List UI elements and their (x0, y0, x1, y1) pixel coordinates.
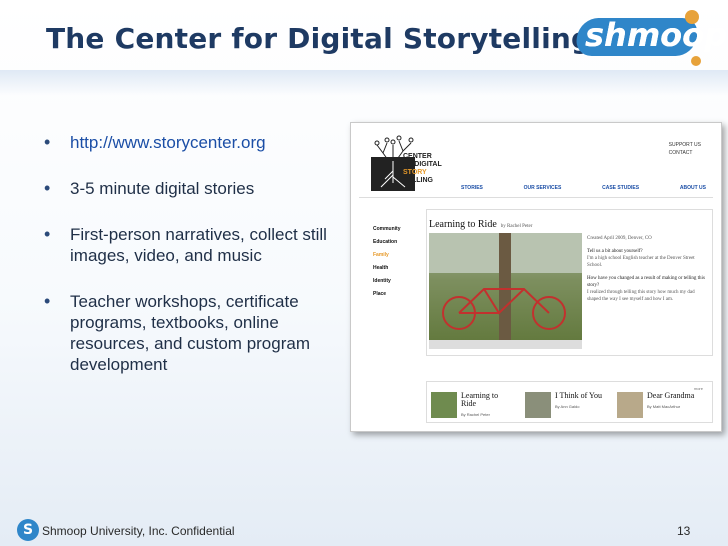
story-meta: Created April 2009, Denver, CO (587, 236, 652, 241)
story-details: Created April 2009, Denver, CO Tell us a… (587, 235, 709, 303)
nav-our-services[interactable]: OUR SERVICES (524, 185, 562, 191)
thumbnail-image[interactable] (617, 392, 643, 418)
nav-about-us[interactable]: ABOUT US (680, 185, 706, 191)
answer: I'm a high school English teacher at the… (587, 256, 695, 268)
logo-text: shmoop (585, 16, 728, 54)
title-band (0, 70, 728, 96)
side-menu: Community Education Family Health Identi… (373, 223, 401, 301)
bicycle-photo (429, 233, 582, 340)
thumbnail-image[interactable] (431, 392, 457, 418)
site-name-line: for DIGITAL (403, 161, 442, 168)
nav-stories[interactable]: STORIES (461, 185, 483, 191)
side-menu-item-active[interactable]: Family (373, 249, 401, 262)
divider (359, 197, 713, 198)
support-link[interactable]: SUPPORT US (669, 141, 701, 149)
bullet-link[interactable]: http://www.storycenter.org (42, 132, 342, 153)
bullet-item: Teacher workshops, certificate programs,… (42, 291, 342, 375)
side-menu-item[interactable]: Education (373, 236, 401, 249)
thumb-byline: By Ann Galdo (555, 404, 580, 409)
question: Tell us a bit about yourself? (587, 249, 643, 254)
logo-bubble-icon (691, 56, 701, 66)
side-menu-item[interactable]: Health (373, 262, 401, 275)
thumb-byline: By Matt MacArthur (647, 404, 681, 409)
page-number: 13 (677, 524, 691, 538)
site-nav: STORIES OUR SERVICES CASE STUDIES ABOUT … (461, 185, 706, 191)
player-controls[interactable] (429, 340, 582, 349)
slide-title: The Center for Digital Storytelling (46, 22, 592, 55)
nav-case-studies[interactable]: CASE STUDIES (602, 185, 639, 191)
top-links: SUPPORT US CONTACT (669, 141, 701, 157)
related-stories: Learning to Ride By Rachel Peter I Think… (426, 381, 713, 423)
question: How have you changed as a result of maki… (587, 276, 705, 288)
site-name-line: STORY (403, 169, 427, 176)
story-title-text: Learning to Ride (429, 219, 497, 230)
side-menu-item[interactable]: Community (373, 223, 401, 236)
shmoop-logo: shmoop (573, 10, 727, 66)
answer: I realized through telling this story ho… (587, 290, 695, 302)
story-title: Learning to Ride by Rachel Peter (429, 219, 532, 230)
thumb-title[interactable]: Learning to Ride (461, 392, 511, 408)
thumbnail-image[interactable] (525, 392, 551, 418)
story-byline: by Rachel Peter (500, 224, 533, 229)
footer-text: Shmoop University, Inc. Confidential (42, 524, 235, 538)
bullet-item: 3-5 minute digital stories (42, 178, 342, 199)
video-player[interactable] (429, 233, 582, 349)
more-link[interactable]: more (694, 386, 703, 391)
site-name: CENTER for DIGITAL STORY TELLING (403, 153, 442, 185)
bullet-list: http://www.storycenter.org 3-5 minute di… (42, 132, 342, 400)
bullet-item: First-person narratives, collect still i… (42, 224, 342, 266)
site-name-line: TELLING (403, 177, 433, 184)
website-screenshot: CENTER for DIGITAL STORY TELLING SUPPORT… (350, 122, 722, 432)
side-menu-item[interactable]: Identity (373, 275, 401, 288)
side-menu-item[interactable]: Place (373, 288, 401, 301)
thumb-title[interactable]: Dear Grandma (647, 392, 694, 400)
shmoop-footer-icon: S (17, 519, 39, 541)
site-name-line: CENTER (403, 153, 432, 160)
contact-link[interactable]: CONTACT (669, 149, 701, 157)
thumb-title[interactable]: I Think of You (555, 392, 602, 400)
thumb-byline: By Rachel Peter (461, 412, 490, 417)
